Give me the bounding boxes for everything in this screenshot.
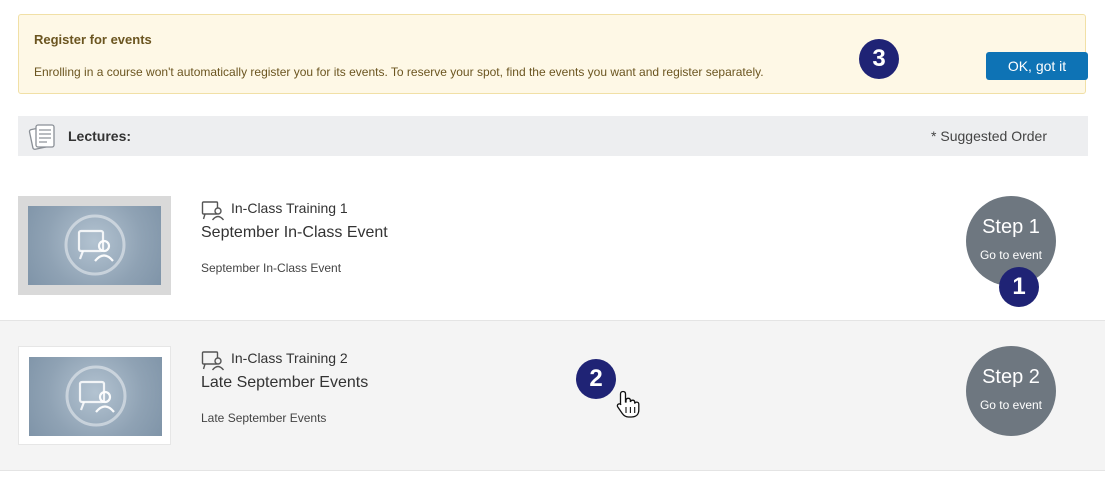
event-type-label: In-Class Training 1 [231,200,348,216]
step-action-label: Go to event [979,248,1043,262]
annotation-badge-2: 2 [576,359,616,399]
annotation-badge-1: 1 [999,267,1039,307]
event-description: September In-Class Event [201,261,342,275]
event-row[interactable]: In-Class Training 2 Late September Event… [0,321,1105,471]
step-number: Step 2 [982,366,1040,388]
step-go-to-event-button[interactable]: Step 2 Go to event [966,346,1056,436]
classroom-presenter-icon [201,351,225,371]
event-type-label: In-Class Training 2 [231,350,348,366]
annotation-badge-3: 3 [859,39,899,79]
event-description: Late September Events [201,411,327,425]
event-title[interactable]: Late September Events [201,374,368,392]
ok-got-it-button[interactable]: OK, got it [986,52,1088,80]
event-thumbnail[interactable] [18,196,171,295]
register-events-banner: Register for events Enrolling in a cours… [18,14,1088,94]
hand-pointer-cursor-icon [616,390,640,418]
banner-message: Enrolling in a course won't automaticall… [34,65,764,79]
step-number: Step 1 [982,216,1040,238]
classroom-presenter-icon [201,201,225,221]
event-title[interactable]: September In-Class Event [201,224,388,242]
document-stack-icon [28,124,55,150]
lectures-label: Lectures: [68,128,132,144]
classroom-presenter-icon [64,214,126,276]
event-row[interactable]: In-Class Training 1 September In-Class E… [0,171,1105,321]
suggested-order-note: * Suggested Order [931,128,1047,144]
step-action-label: Go to event [979,398,1043,412]
event-thumbnail[interactable] [18,346,171,445]
banner-title: Register for events [34,32,152,47]
classroom-presenter-icon [65,365,127,427]
lectures-header: Lectures: * Suggested Order [18,116,1088,156]
